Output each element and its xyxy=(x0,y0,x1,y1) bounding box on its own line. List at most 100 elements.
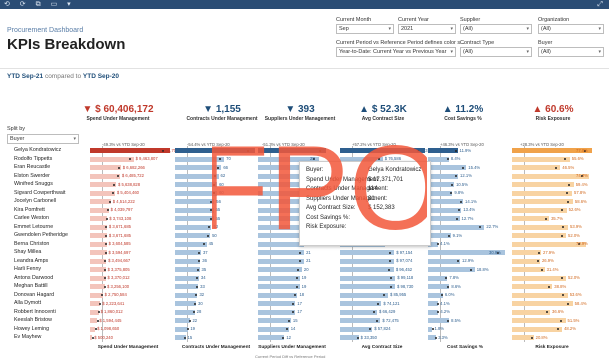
risk-bar[interactable] xyxy=(512,318,566,323)
cost-savings-bar[interactable] xyxy=(428,216,460,221)
spend-bar[interactable] xyxy=(90,182,116,187)
risk-bar[interactable] xyxy=(512,267,545,272)
risk-bar[interactable] xyxy=(512,190,573,196)
avg-contract-bar[interactable] xyxy=(340,267,394,272)
cost-savings-bar[interactable] xyxy=(428,156,449,162)
suppliers-bar[interactable] xyxy=(258,335,285,340)
avg-contract-bar[interactable] xyxy=(340,284,396,289)
contracts-bar[interactable] xyxy=(175,190,218,196)
cost-savings-bar[interactable] xyxy=(428,165,467,170)
buyer-name[interactable]: Emmet Letourne xyxy=(14,224,53,230)
cost-savings-bar[interactable] xyxy=(428,284,450,289)
buyer-name[interactable]: Carlee Weston xyxy=(14,215,49,221)
risk-bar[interactable] xyxy=(512,233,567,238)
spend-bar[interactable] xyxy=(90,207,109,213)
buyer-name[interactable]: Alla Dymott xyxy=(14,300,41,306)
buyer-name[interactable]: Shay Millea xyxy=(14,249,41,255)
risk-bar[interactable] xyxy=(512,250,541,255)
buyer-name[interactable]: Winifred Snuggs xyxy=(14,181,53,187)
split-by-select[interactable]: Buyer ▾ xyxy=(7,134,79,144)
buyer-name[interactable]: Rodolfo Tippetts xyxy=(14,156,52,162)
buyer-name[interactable]: Donovan Hagard xyxy=(14,292,54,298)
current-month-select[interactable]: Sep ▾ xyxy=(336,24,394,34)
spend-bar[interactable] xyxy=(90,156,134,162)
contracts-bar[interactable] xyxy=(175,216,214,221)
cost-savings-bar[interactable] xyxy=(428,148,458,153)
risk-bar[interactable] xyxy=(512,207,567,213)
contracts-bar[interactable] xyxy=(175,267,200,272)
avg-contract-bar[interactable] xyxy=(340,326,373,332)
buyer-name[interactable]: Gelya Kondratowicz xyxy=(14,147,61,153)
cost-savings-bar[interactable] xyxy=(428,267,475,272)
spend-bar[interactable] xyxy=(90,284,105,289)
avg-contract-bar[interactable] xyxy=(340,309,378,315)
cost-savings-bar[interactable] xyxy=(428,190,453,196)
buyer-name[interactable]: Robbert Innocenti xyxy=(14,309,56,315)
avg-contract-bar[interactable] xyxy=(340,258,395,264)
filter-buyer[interactable]: Buyer (All) ▾ xyxy=(538,40,604,57)
period-select[interactable]: Year-to-Date: Current Year vs Previous Y… xyxy=(336,47,456,57)
filter-current-year[interactable]: Current Year 2021 ▾ xyxy=(398,17,456,34)
suppliers-bar[interactable] xyxy=(258,250,305,255)
contracts-bar[interactable] xyxy=(175,182,218,187)
buyer-name[interactable]: Gwendolen Petheridge xyxy=(14,232,68,238)
risk-bar[interactable] xyxy=(512,156,570,162)
suppliers-bar[interactable] xyxy=(258,267,302,272)
cost-savings-bar[interactable] xyxy=(428,182,455,187)
buyer-name[interactable]: Kira Pomfrett xyxy=(14,207,45,213)
risk-bar[interactable] xyxy=(512,335,534,340)
cost-savings-bar[interactable] xyxy=(428,173,459,179)
spend-bar[interactable] xyxy=(90,199,111,204)
contracts-bar[interactable] xyxy=(175,233,211,238)
buyer-name[interactable]: Sigvard Cowperthwait xyxy=(14,190,66,196)
spend-bar[interactable] xyxy=(90,165,121,170)
risk-bar[interactable] xyxy=(512,258,540,264)
filter-period[interactable]: Current Period vs Reference Period defin… xyxy=(336,40,465,57)
suppliers-bar[interactable] xyxy=(258,258,305,264)
buyer-name[interactable]: Keeslah Bristow xyxy=(14,317,52,323)
suppliers-bar[interactable] xyxy=(258,284,300,289)
risk-bar[interactable] xyxy=(512,216,550,221)
cost-savings-bar[interactable] xyxy=(428,224,485,230)
buyer-name[interactable]: Harli Fenny xyxy=(14,266,41,272)
buyer-name[interactable]: Elston Swerder xyxy=(14,173,50,179)
contracts-bar[interactable] xyxy=(175,199,215,204)
contracts-bar[interactable] xyxy=(175,275,199,281)
contracts-bar[interactable] xyxy=(175,258,201,264)
cost-savings-bar[interactable] xyxy=(428,318,450,323)
cost-savings-bar[interactable] xyxy=(428,233,451,238)
contracts-bar[interactable] xyxy=(175,241,207,247)
buyer-name[interactable]: Antons Darwood xyxy=(14,275,53,281)
suppliers-bar[interactable] xyxy=(258,301,296,306)
supplier-select[interactable]: (All) ▾ xyxy=(460,24,532,34)
filter-organization[interactable]: Organization (All) ▾ xyxy=(538,17,604,34)
buyer-name[interactable]: Jocelyn Carbonell xyxy=(14,198,56,204)
buyer-name[interactable]: Howey Leming xyxy=(14,326,49,332)
buyer-name[interactable]: Meghan Battill xyxy=(14,283,48,289)
spend-bar[interactable] xyxy=(90,216,108,221)
suppliers-bar[interactable] xyxy=(258,326,289,332)
suppliers-bar[interactable] xyxy=(258,318,291,323)
suppliers-bar[interactable] xyxy=(258,275,300,281)
contracts-bar[interactable] xyxy=(175,224,212,230)
risk-bar[interactable] xyxy=(512,301,573,306)
avg-contract-bar[interactable] xyxy=(340,318,381,323)
contracts-bar[interactable] xyxy=(175,284,199,289)
risk-bar[interactable] xyxy=(512,309,551,315)
suppliers-bar[interactable] xyxy=(258,292,298,298)
risk-bar[interactable] xyxy=(512,292,568,298)
filter-contract-type[interactable]: Contract Type (All) ▾ xyxy=(460,40,532,57)
contracts-bar[interactable] xyxy=(175,309,195,315)
avg-contract-bar[interactable] xyxy=(340,292,388,298)
contracts-bar[interactable] xyxy=(175,301,197,306)
risk-bar[interactable] xyxy=(512,165,561,170)
filter-supplier[interactable]: Supplier (All) ▾ xyxy=(460,17,532,34)
avg-contract-bar[interactable] xyxy=(340,250,395,255)
risk-bar[interactable] xyxy=(512,224,568,230)
fullscreen-icon[interactable]: ⤢ xyxy=(597,0,603,9)
spend-bar[interactable] xyxy=(90,190,115,196)
cost-savings-bar[interactable] xyxy=(428,199,464,204)
buyer-select[interactable]: (All) ▾ xyxy=(538,47,604,57)
contracts-bar[interactable] xyxy=(175,207,214,213)
spend-bar[interactable] xyxy=(90,173,120,179)
